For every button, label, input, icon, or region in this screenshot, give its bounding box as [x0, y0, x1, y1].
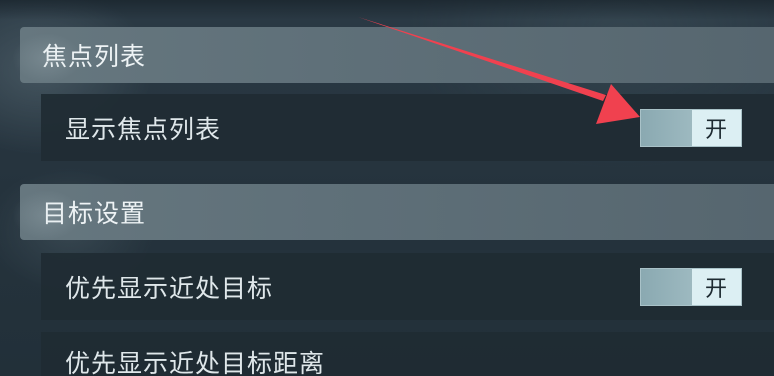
- setting-label: 显示焦点列表: [65, 114, 222, 144]
- setting-row-prefer-near-target-distance[interactable]: 优先显示近处目标距离: [41, 332, 774, 376]
- section-header-target-settings: 目标设置: [12, 184, 774, 240]
- toggle-knob: [641, 109, 692, 146]
- toggle-state-label: 开: [704, 276, 728, 302]
- setting-row-prefer-near-target: 优先显示近处目标 开: [41, 253, 774, 320]
- setting-label: 优先显示近处目标距离: [65, 349, 326, 376]
- section-title: 目标设置: [42, 199, 147, 228]
- top-edge: [0, 0, 774, 20]
- setting-label: 优先显示近处目标: [65, 273, 274, 303]
- setting-row-show-focus-list: 显示焦点列表 开: [41, 94, 774, 161]
- toggle-state-label: 开: [704, 117, 728, 143]
- section-header-focus-list: 焦点列表: [12, 27, 774, 83]
- toggle-knob: [641, 268, 692, 305]
- section-title: 焦点列表: [42, 42, 147, 71]
- prefer-near-target-toggle[interactable]: 开: [640, 267, 742, 306]
- show-focus-list-toggle[interactable]: 开: [640, 108, 742, 147]
